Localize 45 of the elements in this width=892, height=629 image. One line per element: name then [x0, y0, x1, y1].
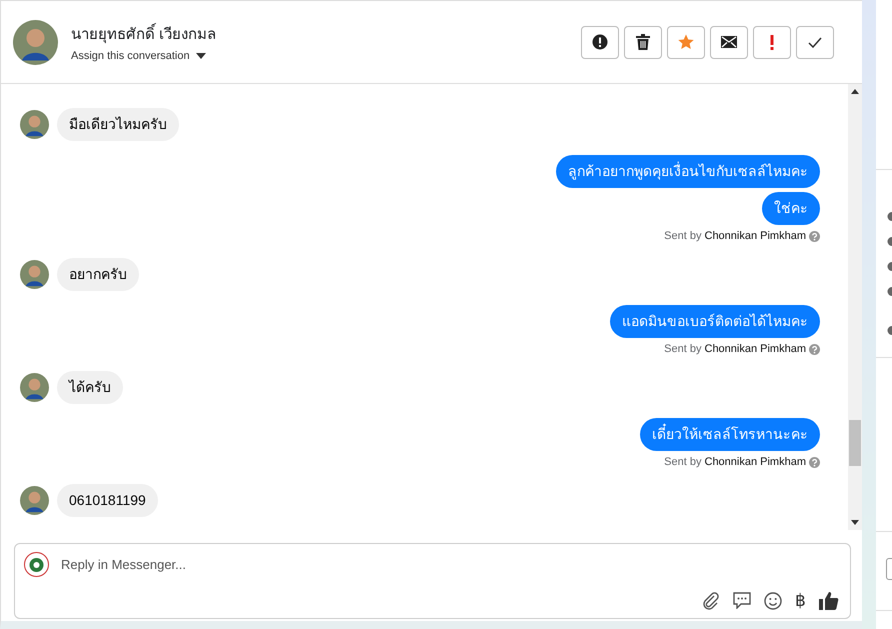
incoming-message: มือเดียวไหมครับ — [57, 108, 179, 141]
outgoing-message: ลูกค้าอยากพูดคุยเงื่อนไขกับเซลล์ไหมคะ — [556, 155, 820, 188]
exclamation-icon — [770, 34, 774, 50]
page-logo-icon — [24, 552, 49, 577]
outgoing-message: เดี๋ยวให้เซลล์โทรหานะคะ — [640, 418, 820, 451]
delete-button[interactable] — [624, 26, 662, 58]
scrollbar-thumb[interactable] — [849, 420, 861, 466]
trash-icon — [636, 34, 650, 50]
sender-avatar — [20, 110, 49, 139]
contact-name: นายยุทธศักดิ์ เวียงกมล — [71, 22, 581, 46]
scrollbar[interactable] — [848, 84, 862, 530]
incoming-message: อยากครับ — [57, 258, 139, 291]
sent-by-label: Sent by Chonnikan Pimkham — [664, 456, 806, 468]
reply-field[interactable]: Reply in Messenger... ฿ — [14, 543, 851, 619]
help-icon[interactable] — [809, 230, 820, 242]
sender-avatar — [20, 486, 49, 515]
star-icon — [678, 34, 694, 50]
outgoing-message: แอดมินขอเบอร์ติดต่อได้ไหมคะ — [610, 305, 820, 338]
done-button[interactable] — [796, 26, 834, 58]
paperclip-icon[interactable] — [702, 592, 720, 610]
important-button[interactable] — [753, 26, 791, 58]
alert-circle-icon — [592, 34, 608, 50]
help-icon[interactable] — [809, 344, 820, 354]
scroll-up-icon[interactable] — [851, 89, 859, 94]
report-button[interactable] — [581, 26, 619, 58]
caret-icon — [196, 53, 206, 59]
outgoing-message: ใช่คะ — [762, 192, 820, 225]
scroll-down-icon[interactable] — [851, 520, 859, 525]
help-icon[interactable] — [809, 456, 820, 468]
sender-avatar — [20, 373, 49, 402]
sent-by-label: Sent by Chonnikan Pimkham — [664, 343, 806, 355]
check-icon — [808, 36, 822, 48]
star-button[interactable] — [667, 26, 705, 58]
incoming-message: ได้ครับ — [57, 371, 123, 404]
smiley-icon[interactable] — [764, 592, 782, 610]
envelope-icon — [721, 36, 737, 48]
mail-button[interactable] — [710, 26, 748, 58]
currency-button[interactable]: ฿ — [795, 592, 806, 610]
chat-bubble-icon[interactable] — [733, 592, 751, 609]
contact-avatar — [13, 20, 58, 64]
sender-avatar — [20, 260, 49, 289]
assign-dropdown[interactable]: Assign this conversation — [71, 50, 206, 62]
thumbs-up-icon[interactable] — [819, 591, 839, 610]
incoming-message: 0610181199 — [57, 484, 158, 517]
sent-by-label: Sent by Chonnikan Pimkham — [664, 230, 806, 242]
